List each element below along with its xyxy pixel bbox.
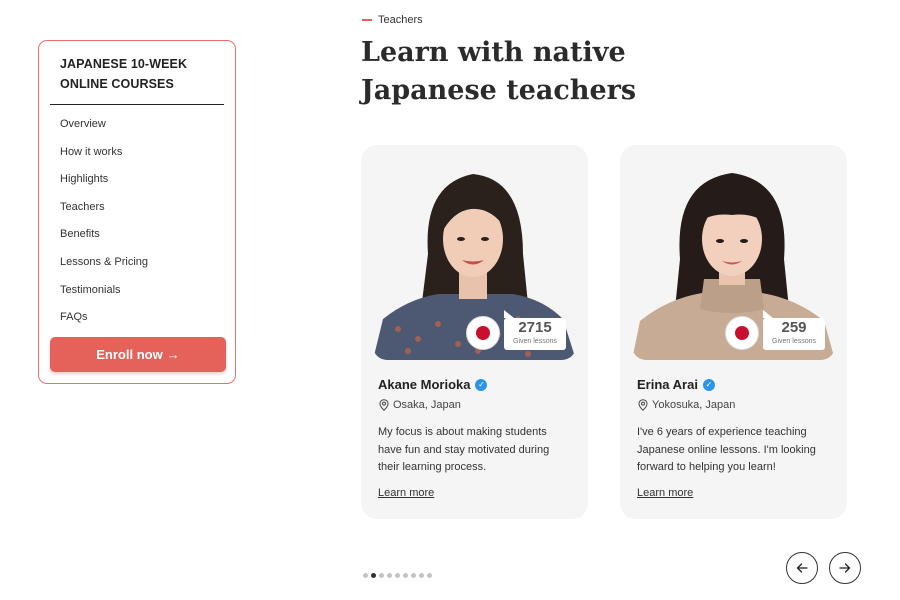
location-text: Yokosuka, Japan <box>652 399 736 411</box>
page-title-line2: Japanese teachers <box>361 75 637 106</box>
location-text: Osaka, Japan <box>393 399 461 411</box>
pagination-dot[interactable] <box>411 573 416 578</box>
enroll-now-button[interactable]: Enroll now → <box>50 337 226 372</box>
page-title: Learn with native Japanese teachers <box>361 34 681 110</box>
arrow-right-icon: → <box>166 347 180 362</box>
location-pin-icon <box>638 399 648 411</box>
learn-more-link[interactable]: Learn more <box>637 487 693 499</box>
sidebar-item-faqs[interactable]: FAQs <box>50 307 224 335</box>
teacher-bio: I've 6 years of experience teaching Japa… <box>637 426 816 473</box>
pagination-dot[interactable] <box>387 573 392 578</box>
sidebar-item-benefits[interactable]: Benefits <box>50 224 224 252</box>
lessons-count: 259 <box>781 319 807 336</box>
lessons-count: 2715 <box>518 319 552 336</box>
enroll-now-label: Enroll now <box>96 347 163 362</box>
sidebar-nav: Overview How it works Highlights Teacher… <box>50 114 224 335</box>
sidebar-title-line1: JAPANESE 10-WEEK <box>60 57 188 71</box>
teacher-bio: My focus is about making students have f… <box>378 426 550 473</box>
verified-check-icon: ✓ <box>475 378 488 391</box>
teacher-name-row: Akane Morioka ✓ <box>378 377 488 392</box>
arrow-right-icon <box>839 563 851 573</box>
verified-check-icon: ✓ <box>702 378 715 391</box>
section-label: Teachers <box>378 14 423 26</box>
carousel-prev-button[interactable] <box>786 552 818 584</box>
pagination-dot[interactable] <box>395 573 400 578</box>
pagination-dot[interactable] <box>419 573 424 578</box>
japan-flag-icon <box>466 316 500 350</box>
page-title-line1: Learn with native <box>361 37 626 68</box>
teacher-name-row: Erina Arai ✓ <box>637 377 715 392</box>
teacher-location: Yokosuka, Japan <box>638 399 735 411</box>
eyebrow-dash <box>362 19 372 21</box>
teacher-location: Osaka, Japan <box>379 399 461 411</box>
lessons-badge: 2715 Given lessons <box>466 310 576 352</box>
pagination-dot[interactable] <box>379 573 384 578</box>
arrow-left-icon <box>796 563 808 573</box>
carousel-next-button[interactable] <box>829 552 861 584</box>
teacher-name: Erina Arai <box>637 377 698 392</box>
lessons-count-box: 2715 Given lessons <box>504 310 566 350</box>
pagination-dot[interactable] <box>427 573 432 578</box>
location-pin-icon <box>379 399 389 411</box>
lessons-badge: 259 Given lessons <box>725 310 835 352</box>
japan-flag-icon <box>725 316 759 350</box>
sidebar-item-lessons-pricing[interactable]: Lessons & Pricing <box>50 252 224 280</box>
lessons-count-box: 259 Given lessons <box>763 310 825 350</box>
section-eyebrow: Teachers <box>362 14 423 26</box>
pagination-dot[interactable] <box>363 573 368 578</box>
teacher-card: 2715 Given lessons Akane Morioka ✓ Osaka… <box>361 145 588 519</box>
course-sidebar: JAPANESE 10-WEEK ONLINE COURSES Overview… <box>38 40 236 384</box>
sidebar-item-teachers[interactable]: Teachers <box>50 197 224 225</box>
sidebar-item-highlights[interactable]: Highlights <box>50 169 224 197</box>
sidebar-item-testimonials[interactable]: Testimonials <box>50 280 224 308</box>
sidebar-item-how-it-works[interactable]: How it works <box>50 142 224 170</box>
teacher-name: Akane Morioka <box>378 377 471 392</box>
carousel-pagination <box>363 573 432 578</box>
learn-more-link[interactable]: Learn more <box>378 487 434 499</box>
pagination-dot[interactable] <box>403 573 408 578</box>
pagination-dot[interactable] <box>371 573 376 578</box>
sidebar-item-overview[interactable]: Overview <box>50 114 224 142</box>
sidebar-title-line2: ONLINE COURSES <box>60 77 174 91</box>
lessons-label: Given lessons <box>513 338 557 345</box>
teacher-card: 259 Given lessons Erina Arai ✓ Yokosuka,… <box>620 145 847 519</box>
lessons-label: Given lessons <box>772 338 816 345</box>
sidebar-title: JAPANESE 10-WEEK ONLINE COURSES <box>50 41 224 105</box>
